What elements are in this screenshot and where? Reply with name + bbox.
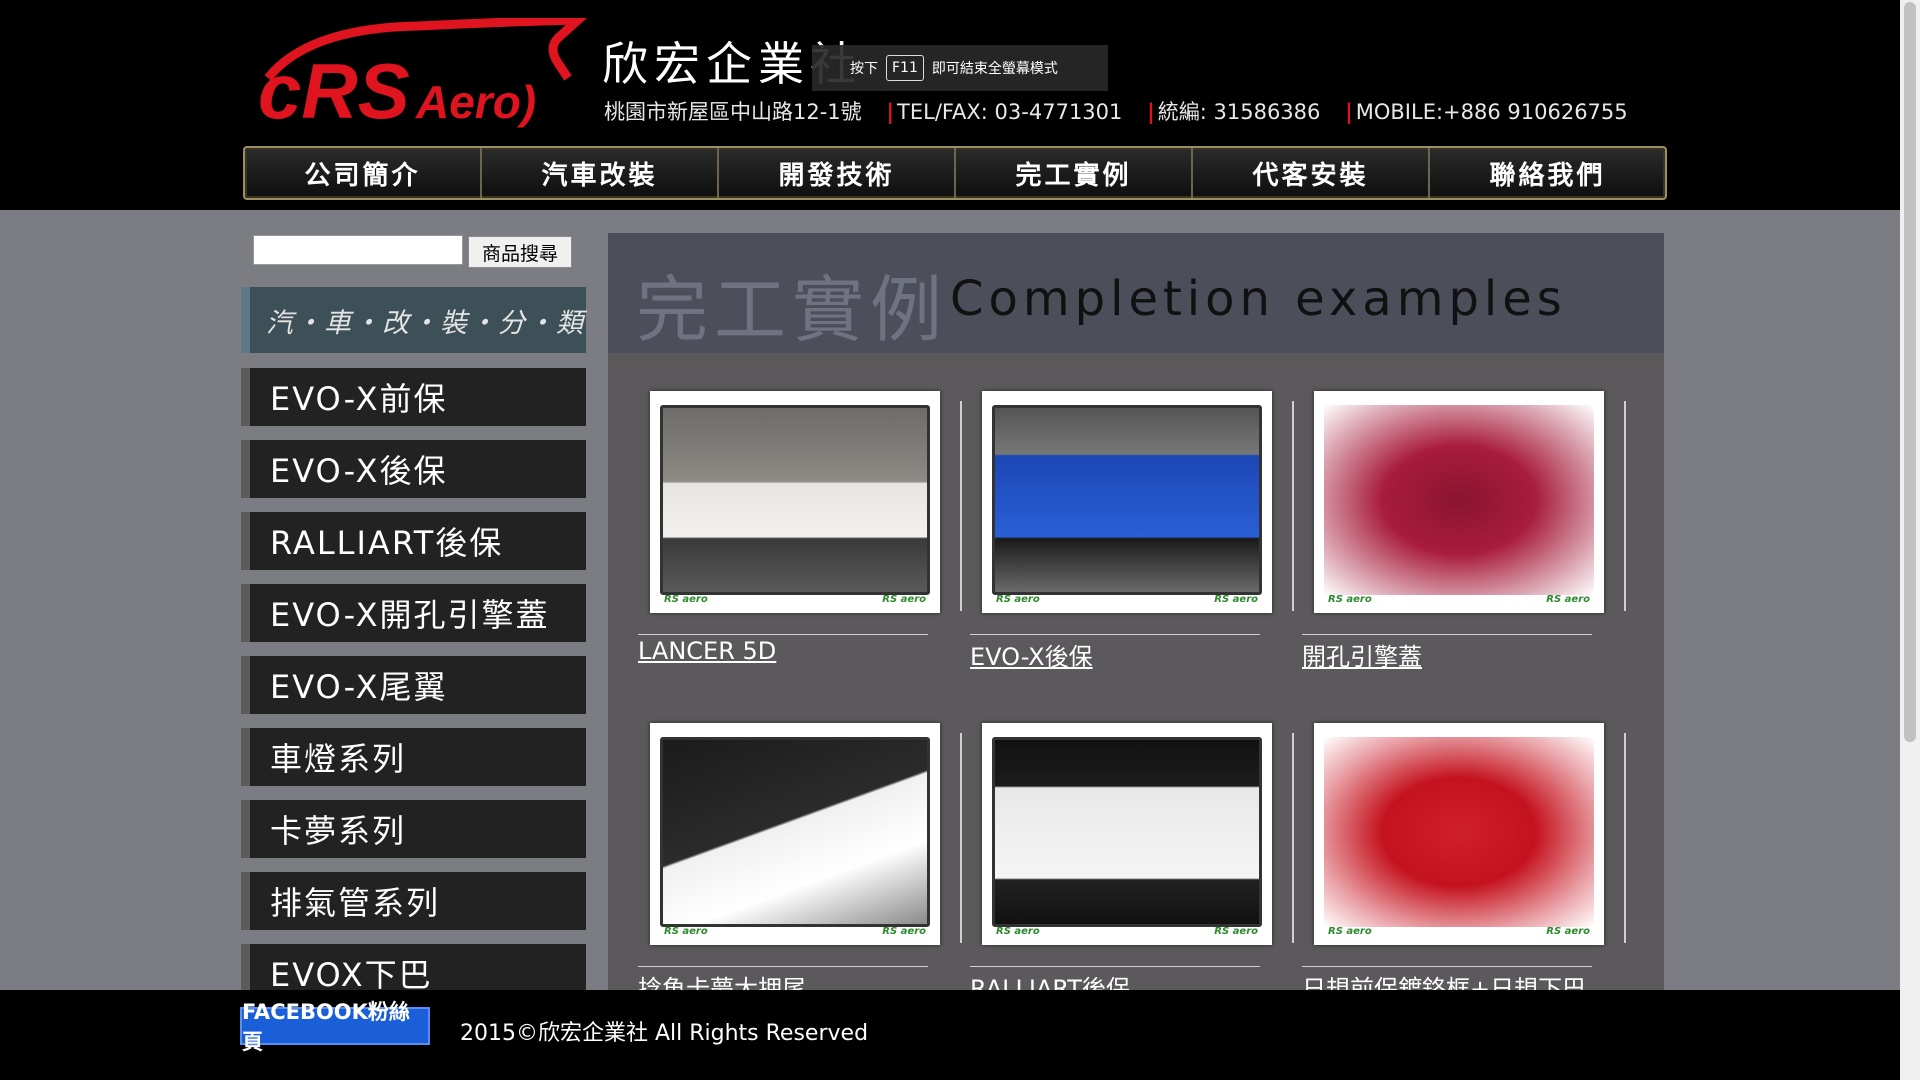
divider: | (886, 100, 895, 124)
scrollbar-thumb[interactable] (1904, 2, 1916, 742)
divider (1292, 401, 1294, 611)
page-title-cn: 完工實例 (636, 268, 949, 352)
divider (638, 966, 928, 967)
product-thumbnail[interactable]: RS aero RS aero (1314, 391, 1604, 613)
divider (1302, 966, 1592, 967)
sidebar-item-exhaust[interactable]: 排氣管系列 (241, 872, 586, 930)
sidebar-item-evox-spoiler[interactable]: EVO-X尾翼 (241, 656, 586, 714)
divider (960, 733, 962, 943)
divider (638, 634, 928, 635)
watermark: RS aero (996, 926, 1040, 937)
copyright: 2015©欣宏企業社 All Rights Reserved (460, 1021, 869, 1046)
facebook-button[interactable]: FACEBOOK粉絲頁 (240, 1000, 430, 1054)
watermark: RS aero (1214, 926, 1258, 937)
sidebar-item-evox-hood[interactable]: EVO-X開孔引擎蓋 (241, 584, 586, 642)
nav-car-modification[interactable]: 汽車改裝 (482, 148, 719, 198)
watermark: RS aero (882, 926, 926, 937)
watermark: RS aero (1546, 594, 1590, 605)
sidebar-item-ralliart-rear[interactable]: RALLIART後保 (241, 512, 586, 570)
product-link[interactable]: EVO-X後保 (970, 637, 1093, 672)
product-link[interactable]: LANCER 5D (638, 637, 776, 665)
watermark: RS aero (996, 594, 1040, 605)
tel-fax: TEL/FAX: 03-4771301 (897, 100, 1123, 124)
svg-text:cRS: cRS (258, 47, 410, 128)
search-button[interactable]: 商品搜尋 (468, 236, 572, 268)
nav-contact[interactable]: 聯絡我們 (1430, 148, 1665, 198)
watermark: RS aero (1214, 594, 1258, 605)
watermark: RS aero (882, 594, 926, 605)
tax-id: 統編: 31586386 (1157, 100, 1321, 124)
watermark: RS aero (1328, 926, 1372, 937)
photo-blue-evox-rear (992, 405, 1262, 595)
product-thumbnail[interactable]: RS aero RS aero (982, 391, 1272, 613)
divider (1302, 634, 1592, 635)
watermark: RS aero (1328, 594, 1372, 605)
page-banner: 完工實例 Completion examples (608, 233, 1664, 353)
address: 桃園市新屋區中山路12-1號 (604, 100, 862, 124)
sidebar-item-evox-front[interactable]: EVO-X前保 (241, 368, 586, 426)
contact-info: 桃園市新屋區中山路12-1號 | TEL/FAX: 03-4771301 | 統編:… (604, 96, 1628, 126)
page-scrollbar[interactable] (1900, 0, 1920, 1080)
photo-carbon-trunk-spoiler (660, 737, 930, 927)
watermark: RS aero (664, 926, 708, 937)
nav-installation[interactable]: 代客安裝 (1193, 148, 1430, 198)
sidebar-item-carbon[interactable]: 卡夢系列 (241, 800, 586, 858)
mobile: MOBILE:+886 910626755 (1355, 100, 1628, 124)
site-header: cRS Aero) 欣宏企業社 桃園市新屋區中山路12-1號 | TEL/FAX:… (0, 0, 1900, 210)
fullscreen-toast: 按下 F11 即可結束全螢幕模式 (812, 45, 1108, 91)
rs-aero-logo[interactable]: cRS Aero) (248, 18, 598, 128)
category-header: 汽・車・改・裝・分・類 (241, 287, 586, 353)
divider (1292, 733, 1294, 943)
nav-development[interactable]: 開發技術 (719, 148, 956, 198)
svg-text:Aero): Aero) (415, 76, 536, 128)
toast-post: 即可結束全螢幕模式 (931, 61, 1058, 77)
nav-completion-examples[interactable]: 完工實例 (956, 148, 1193, 198)
photo-white-hatchback-rear (660, 405, 930, 595)
photo-white-ralliart-rear (992, 737, 1262, 927)
page-title-en: Completion examples (950, 271, 1567, 327)
search-input[interactable] (253, 235, 463, 265)
watermark: RS aero (1546, 926, 1590, 937)
divider (970, 966, 1260, 967)
product-thumbnail[interactable]: RS aero RS aero (650, 391, 940, 613)
f11-key: F11 (886, 55, 924, 81)
nav-company-intro[interactable]: 公司簡介 (245, 148, 482, 198)
site-footer: FACEBOOK粉絲頁 2015©欣宏企業社 All Rights Reserv… (0, 990, 1900, 1080)
product-thumbnail[interactable]: RS aero RS aero (650, 723, 940, 945)
product-link[interactable]: 開孔引擎蓋 (1302, 637, 1422, 672)
divider (970, 634, 1260, 635)
watermark: RS aero (664, 594, 708, 605)
divider (960, 401, 962, 611)
main-nav: 公司簡介 汽車改裝 開發技術 完工實例 代客安裝 聯絡我們 (243, 146, 1667, 200)
photo-red-vented-hood (1324, 405, 1594, 595)
product-thumbnail[interactable]: RS aero RS aero (982, 723, 1272, 945)
divider (1624, 733, 1626, 943)
sidebar-item-evox-rear[interactable]: EVO-X後保 (241, 440, 586, 498)
product-thumbnail[interactable]: RS aero RS aero (1314, 723, 1604, 945)
divider: | (1147, 100, 1155, 124)
toast-pre: 按下 (850, 61, 878, 77)
divider (1624, 401, 1626, 611)
sidebar-item-lights[interactable]: 車燈系列 (241, 728, 586, 786)
divider: | (1345, 100, 1353, 124)
main-content: 完工實例 Completion examples RS aero RS aero… (608, 233, 1664, 1003)
photo-red-evox-front (1324, 737, 1594, 927)
